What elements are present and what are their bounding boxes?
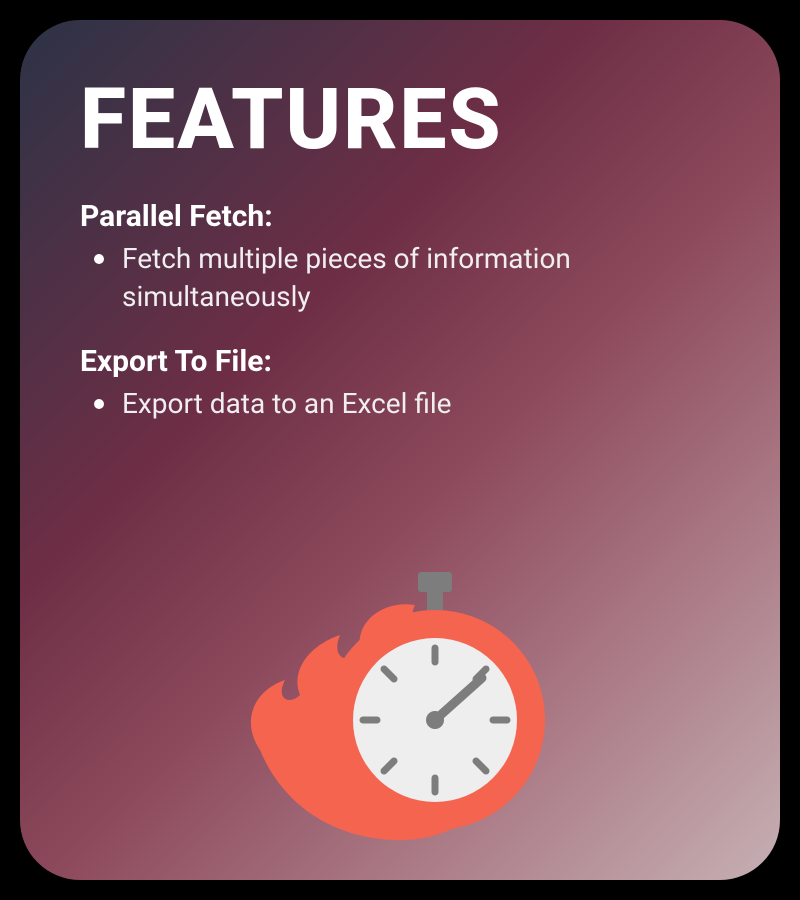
page-title: FEATURES (80, 70, 720, 169)
feature-parallel-fetch: Parallel Fetch: Fetch multiple pieces of… (80, 199, 720, 316)
feature-label: Export To File: (80, 344, 720, 379)
feature-item: Fetch multiple pieces of information sim… (122, 240, 720, 316)
feature-list: Fetch multiple pieces of information sim… (80, 240, 720, 316)
feature-label: Parallel Fetch: (80, 199, 720, 234)
stopwatch-flame-icon (230, 550, 570, 850)
feature-list: Export data to an Excel file (80, 385, 720, 423)
features-card: FEATURES Parallel Fetch: Fetch multiple … (20, 20, 780, 880)
feature-item: Export data to an Excel file (122, 385, 720, 423)
feature-export-to-file: Export To File: Export data to an Excel … (80, 344, 720, 423)
